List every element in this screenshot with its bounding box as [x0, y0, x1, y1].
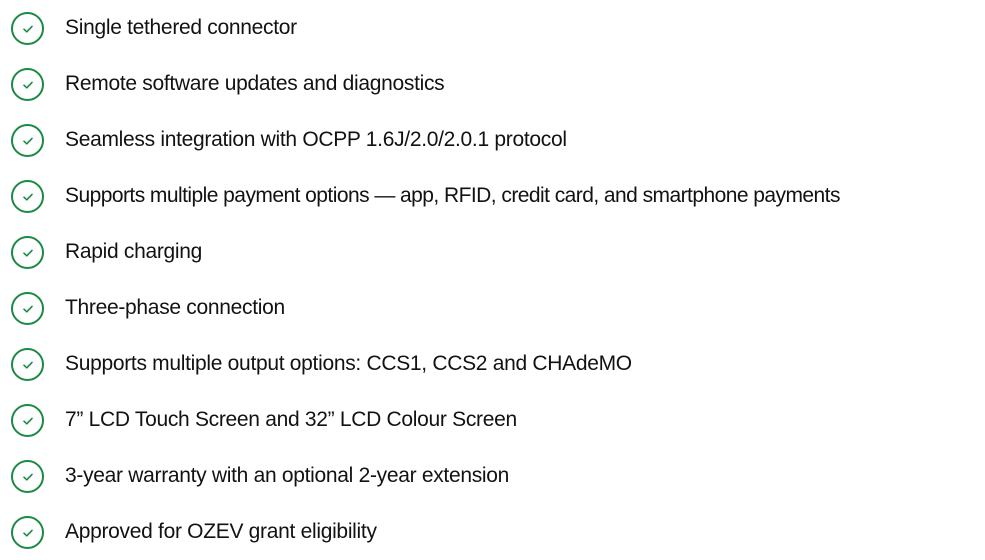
- feature-text: Seamless integration with OCPP 1.6J/2.0/…: [65, 128, 567, 151]
- check-circle-icon: [11, 124, 44, 157]
- list-item: 3-year warranty with an optional 2-year …: [0, 448, 985, 493]
- feature-text: Remote software updates and diagnostics: [65, 72, 445, 95]
- list-item: Single tethered connector: [0, 0, 985, 45]
- list-item: Three-phase connection: [0, 280, 985, 325]
- feature-text: Single tethered connector: [65, 16, 297, 39]
- check-circle-icon: [11, 180, 44, 213]
- check-circle-icon: [11, 292, 44, 325]
- check-circle-icon: [11, 516, 44, 549]
- feature-text: Approved for OZEV grant eligibility: [65, 520, 377, 543]
- list-item: Supports multiple payment options — app,…: [0, 168, 985, 213]
- list-item: Rapid charging: [0, 224, 985, 269]
- list-item: Remote software updates and diagnostics: [0, 56, 985, 101]
- check-circle-icon: [11, 460, 44, 493]
- list-item: 7” LCD Touch Screen and 32” LCD Colour S…: [0, 392, 985, 437]
- list-item: Seamless integration with OCPP 1.6J/2.0/…: [0, 112, 985, 157]
- check-circle-icon: [11, 348, 44, 381]
- feature-text: Three-phase connection: [65, 296, 285, 319]
- list-item: Approved for OZEV grant eligibility: [0, 504, 985, 549]
- feature-text: 3-year warranty with an optional 2-year …: [65, 464, 510, 487]
- check-circle-icon: [11, 68, 44, 101]
- check-circle-icon: [11, 236, 44, 269]
- feature-text: 7” LCD Touch Screen and 32” LCD Colour S…: [65, 408, 517, 431]
- feature-text: Rapid charging: [65, 240, 203, 263]
- feature-text: Supports multiple output options: CCS1, …: [65, 352, 632, 375]
- list-item: Supports multiple output options: CCS1, …: [0, 336, 985, 381]
- check-circle-icon: [11, 404, 44, 437]
- feature-text: Supports multiple payment options — app,…: [65, 184, 840, 207]
- check-circle-icon: [11, 12, 44, 45]
